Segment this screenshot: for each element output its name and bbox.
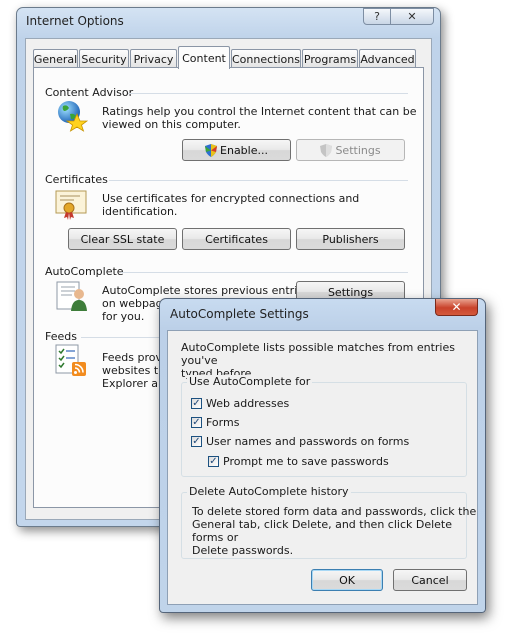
autocomplete-settings-dialog: AutoComplete Settings ✕ AutoComplete lis… <box>159 298 486 613</box>
content-advisor-description-line1: Ratings help you control the Internet co… <box>102 105 417 118</box>
tab-privacy[interactable]: Privacy <box>130 49 177 68</box>
delete-history-group-label: Delete AutoComplete history <box>187 485 351 498</box>
web-addresses-label: Web addresses <box>206 397 290 410</box>
prompt-save-passwords-option[interactable]: ✓ Prompt me to save passwords <box>208 455 389 468</box>
tab-content[interactable]: Content <box>178 46 230 69</box>
dialog-title: AutoComplete Settings <box>170 307 309 321</box>
tab-strip: General Security Privacy Content Connect… <box>33 46 423 69</box>
forms-label: Forms <box>206 416 240 429</box>
uac-shield-disabled-icon <box>320 143 333 157</box>
usernames-passwords-label: User names and passwords on forms <box>206 435 410 448</box>
content-advisor-divider <box>128 93 408 94</box>
autocomplete-title: AutoComplete <box>45 265 124 278</box>
ok-button[interactable]: OK <box>311 569 383 591</box>
content-advisor-settings-button[interactable]: Settings <box>296 139 405 161</box>
close-button[interactable]: ✕ <box>391 8 434 25</box>
web-addresses-option[interactable]: ✓ Web addresses <box>191 397 289 410</box>
autocomplete-description-line1: AutoComplete stores previous entries <box>102 284 310 297</box>
globe-star-icon <box>58 101 88 132</box>
prompt-save-passwords-checkbox[interactable]: ✓ <box>208 456 219 467</box>
publishers-button[interactable]: Publishers <box>296 228 405 250</box>
forms-option[interactable]: ✓ Forms <box>191 416 239 429</box>
delete-history-line3: Delete passwords. <box>192 544 294 557</box>
content-advisor-description-line2: viewed on this computer. <box>102 118 241 131</box>
dialog-client-area: AutoComplete lists possible matches from… <box>167 330 478 605</box>
content-advisor-description: Ratings help you control the Internet co… <box>102 105 416 131</box>
tab-connections[interactable]: Connections <box>231 49 301 68</box>
tab-advanced[interactable]: Advanced <box>359 49 416 68</box>
delete-history-line2: General tab, click Delete, and then clic… <box>192 518 453 544</box>
certificates-divider <box>109 180 408 181</box>
caption-buttons: ? ✕ <box>363 8 434 25</box>
cancel-button[interactable]: Cancel <box>393 569 467 591</box>
uac-shield-icon <box>205 143 218 157</box>
clear-ssl-state-button[interactable]: Clear SSL state <box>68 228 177 250</box>
autocomplete-icon <box>56 281 87 311</box>
tab-general[interactable]: General <box>33 49 78 68</box>
feeds-icon <box>55 344 86 376</box>
use-autocomplete-group-label: Use AutoComplete for <box>187 375 313 388</box>
autocomplete-divider <box>121 272 408 273</box>
window-title: Internet Options <box>26 14 124 28</box>
prompt-save-passwords-label: Prompt me to save passwords <box>223 455 389 468</box>
delete-history-description: To delete stored form data and passwords… <box>192 505 477 557</box>
forms-checkbox[interactable]: ✓ <box>191 417 202 428</box>
content-advisor-settings-label: Settings <box>335 143 381 157</box>
enable-button[interactable]: Enable... <box>182 139 291 161</box>
enable-button-label: Enable... <box>220 143 268 157</box>
certificates-button[interactable]: Certificates <box>182 228 291 250</box>
dialog-close-button[interactable]: ✕ <box>435 299 478 316</box>
certificate-icon <box>55 190 87 220</box>
usernames-passwords-checkbox[interactable]: ✓ <box>191 436 202 447</box>
dialog-intro-line1: AutoComplete lists possible matches from… <box>181 341 455 367</box>
usernames-passwords-option[interactable]: ✓ User names and passwords on forms <box>191 435 409 448</box>
feeds-title: Feeds <box>45 330 77 343</box>
certificates-description: Use certificates for encrypted connectio… <box>102 192 360 218</box>
delete-history-line1: To delete stored form data and passwords… <box>192 505 477 518</box>
help-button[interactable]: ? <box>363 8 391 25</box>
web-addresses-checkbox[interactable]: ✓ <box>191 398 202 409</box>
tab-security[interactable]: Security <box>79 49 129 68</box>
tab-programs[interactable]: Programs <box>302 49 358 68</box>
certificates-title: Certificates <box>45 173 108 186</box>
